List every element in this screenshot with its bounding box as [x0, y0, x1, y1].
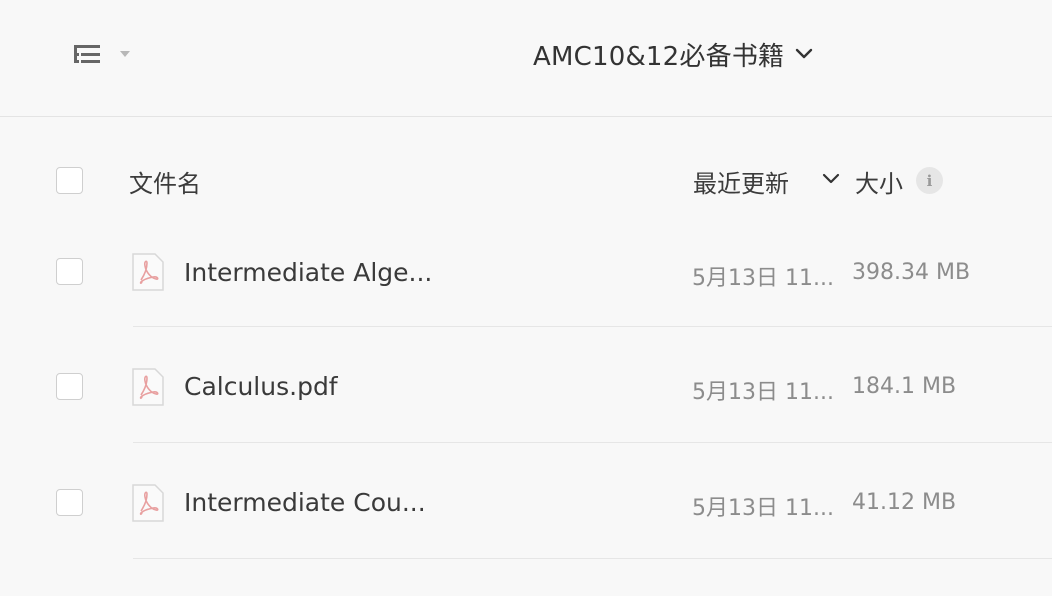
file-size: 184.1 MB [852, 374, 957, 399]
pdf-file-icon [132, 253, 164, 291]
row-divider [133, 442, 1052, 443]
row-checkbox[interactable] [56, 258, 83, 285]
file-row[interactable]: Calculus.pdf 5月13日 11... 184.1 MB [0, 329, 1052, 443]
info-icon[interactable]: i [916, 167, 943, 194]
view-mode-toggle[interactable] [72, 40, 142, 68]
file-size: 398.34 MB [852, 260, 971, 285]
folder-title[interactable]: AMC10&12必备书籍 [533, 36, 784, 73]
top-bar: AMC10&12必备书籍 [0, 0, 1052, 117]
column-name-header[interactable]: 文件名 [129, 164, 201, 199]
file-name[interactable]: Calculus.pdf [184, 372, 338, 401]
chevron-down-icon[interactable] [794, 47, 814, 61]
sort-chevron-icon[interactable] [822, 173, 840, 185]
select-all-checkbox[interactable] [56, 167, 83, 194]
caret-down-icon[interactable] [120, 51, 130, 57]
folder-title-dropdown[interactable]: AMC10&12必备书籍 [533, 34, 814, 74]
file-modified-date: 5月13日 11... [692, 496, 834, 521]
row-checkbox[interactable] [56, 373, 83, 400]
file-modified-date: 5月13日 11... [692, 380, 834, 405]
pdf-file-icon [132, 484, 164, 522]
file-modified-date: 5月13日 11... [692, 266, 834, 291]
file-browser: AMC10&12必备书籍 文件名 最近更新 大小 i Intermediate … [0, 0, 1052, 596]
column-header-row: 文件名 最近更新 大小 i [0, 150, 1052, 210]
list-view-icon[interactable] [72, 42, 102, 66]
file-name[interactable]: Intermediate Alge... [184, 258, 432, 287]
row-divider [133, 326, 1052, 327]
file-row[interactable]: Intermediate Alge... 5月13日 11... 398.34 … [0, 213, 1052, 327]
pdf-file-icon [132, 368, 164, 406]
column-modified-header[interactable]: 最近更新 [693, 164, 789, 199]
file-name[interactable]: Intermediate Cou... [184, 488, 426, 517]
row-divider [133, 558, 1052, 559]
row-checkbox[interactable] [56, 489, 83, 516]
file-size: 41.12 MB [852, 490, 957, 515]
file-row[interactable]: Intermediate Cou... 5月13日 11... 41.12 MB [0, 445, 1052, 559]
column-size-header[interactable]: 大小 [855, 164, 903, 199]
